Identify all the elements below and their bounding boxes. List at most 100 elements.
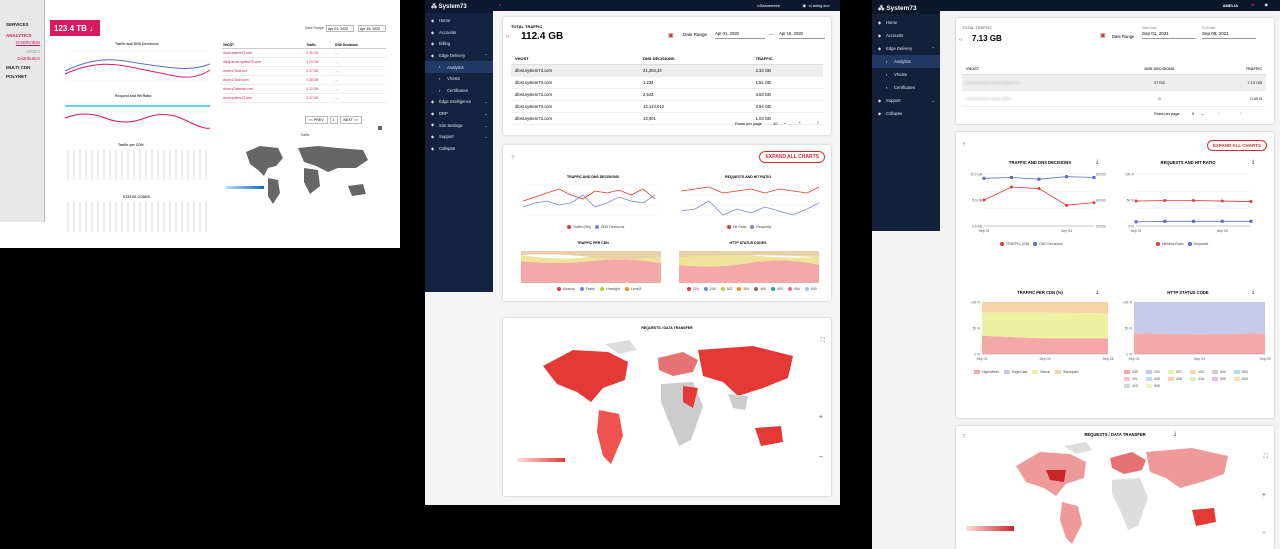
sidebar-item-vhosts[interactable]: ▪ Vhosts [872,68,940,81]
zoom-in-button[interactable]: + [819,414,823,421]
sidebar-item-edge-delivery[interactable]: ◆ Edge Delivery ⌃ [425,50,493,62]
expand-all-button[interactable]: EXPAND ALL CHARTS [1206,140,1267,151]
date-from-input[interactable]: Apr 01, 2020 [715,31,765,39]
date-to-input[interactable]: Apr 15, 2020 [358,25,386,32]
rows-per-page-select[interactable]: 5 [1192,112,1194,116]
calendar-icon[interactable]: ▣ [668,32,674,39]
sidebar-item-home[interactable]: ◆ Home [425,15,493,27]
dns-cell: 0 [1112,90,1207,107]
start-date-input[interactable]: Sep 01, 2021 [1142,31,1196,39]
trend-icon: ‹› [506,34,510,40]
user-icon[interactable]: ◉ [803,3,807,8]
page-button[interactable]: 1 [329,116,338,124]
user-icon[interactable]: ◉ [1265,2,1269,7]
logo[interactable]: ⁂ System73 [425,0,493,13]
sidebar-item-support[interactable]: ◆ Support ⌄ [872,94,940,107]
expand-all-button[interactable]: EXPAND ALL CHARTS [759,151,825,163]
cloud-icon: ◆ [878,46,882,51]
sidebar-item-drp[interactable]: ◆ DRP ⌄ [425,108,493,120]
prev-page-icon[interactable]: ‹ [799,120,801,126]
table-row[interactable]: dlost.system73.com 1,234 1.51 GB [511,76,823,89]
sidebar-item-collapse[interactable]: ◆ Collapse [872,107,940,120]
alert-icon[interactable]: ● [499,2,501,7]
table-row[interactable]: clone.system73.com 0.07 GB 〰 [222,93,386,103]
sidebar-item-support[interactable]: ◆ Support ⌄ [425,131,493,143]
sidebar-item-edge-delivery[interactable]: ◆ Edge Delivery ⌃ [872,42,940,55]
chevron-down-icon[interactable]: ⌄ [1201,111,1204,116]
rows-per-page-select[interactable]: 10 [773,121,777,126]
sidebar-item-certificates[interactable]: ▪ Certificates [872,81,940,94]
sidebar-item-certificates[interactable]: ▪ Certificates [425,85,493,97]
download-icon[interactable]: ⤓ [1096,159,1098,165]
total-traffic-value: 7.13 GB [972,34,1002,43]
table-row[interactable]: clone.s73stream.com 0.12 GB 〰 [222,84,386,94]
drag-handle-icon[interactable]: ⠿ [962,434,966,440]
logo-icon: ⁂ [431,4,437,10]
drag-handle-icon[interactable]: ⠿ [511,155,515,161]
chevron-down-icon: ⌄ [484,134,488,140]
next-page-icon[interactable]: › [817,120,819,126]
user-name[interactable]: nSeaneeeee [757,3,780,8]
fullscreen-icon[interactable]: ⛶ [821,338,825,345]
sidebar-item-services[interactable]: SERVICES [0,22,44,27]
sidebar-item-home[interactable]: ◆ Home [872,16,940,29]
chart-title: TRAFFIC PER CDN (%) [1017,290,1063,295]
prev-page-icon[interactable]: ‹ [1218,111,1220,117]
table-row[interactable]: dlost.system73.com 13,123,012 2.94 GB [511,100,823,113]
table-row[interactable]: vhost-blurred-name-system73 37752 7.13 GB [962,74,1266,91]
sidebar-item-vhosts[interactable]: ▪ Vhosts [425,73,493,85]
x-tick-label: Sep 01 [1128,357,1139,361]
sidebar-item-distribution[interactable]: Distribution [0,56,44,61]
dns-cell: 13,123,012 [639,100,752,113]
logo[interactable]: ⁂ System73 [872,0,940,14]
drag-handle-icon[interactable]: ⠿ [962,142,966,148]
table-row[interactable]: dlost.system73.com 21,204,34 2.33 GB [511,64,823,77]
sidebar-item-accounts[interactable]: ◆ Accounts [872,29,940,42]
status-area-chart [679,251,819,283]
download-icon[interactable]: ⤓ [1252,289,1254,295]
bell-icon[interactable]: ⍾ [1251,2,1254,7]
data-point [1192,199,1195,203]
sidebar-item-accounts[interactable]: ◆ Accounts [425,27,493,39]
end-date-input[interactable]: Sep 05, 2021 [1202,31,1256,39]
sidebar-item-collapse[interactable]: ◆ Collapse [425,143,493,155]
table-row[interactable]: vhost-blurred-name-other 0 0.00 B [962,90,1266,107]
next-button[interactable]: NEXT >> [339,116,362,124]
zoom-out-button[interactable]: − [819,454,823,461]
sidebar-item-analytics[interactable]: ▪ Analytics [872,55,940,68]
sidebar-item-video[interactable]: VIDEO [0,49,44,54]
calendar-icon[interactable]: ▣ [1100,32,1106,39]
table-row[interactable]: clone.s73sdk.net 0.97 GB 〰 [222,66,386,76]
sidebar-item-overview[interactable]: OVERVIEW [0,40,44,45]
sidebar-item-site-settings[interactable]: ◆ Site Settings ⌄ [425,119,493,131]
sidebar-item-multi-cdn[interactable]: MULTI CDN [0,65,44,70]
zoom-icon[interactable] [378,126,382,130]
end-date-label: End Date [1202,26,1216,30]
sidebar-item-analytics[interactable]: ANALYTICS [0,33,44,38]
zoom-out-button[interactable]: − [1262,530,1266,537]
date-from-input[interactable]: Apr 01, 2020 [326,25,354,32]
chart-legend: Traffic (GB) DNS Decisions [563,225,624,230]
table-row[interactable]: clone.system73.com 2.25 GB 〰 [222,48,386,58]
sidebar-item-analytics[interactable]: ▪ Analytics [425,61,493,73]
sidebar-item-edge-intelligence[interactable]: ◆ Edge Intelligence ⌄ [425,96,493,108]
download-icon[interactable]: ⤓ [1096,289,1098,295]
table-row[interactable]: dlsdjf.demo.system73.com 1.20 GB 〰 [222,57,386,67]
next-page-icon[interactable]: › [1240,111,1242,117]
org-select[interactable]: <Listing ao> [808,3,830,8]
zoom-in-button[interactable]: + [1262,492,1266,499]
sidebar: ⁂ System73 ◆ Home ◆ Accounts ◆ Edge Delivery ⌃… [872,0,940,231]
download-icon[interactable]: ⤓ [1174,431,1176,437]
prev-button[interactable]: << PREV [305,116,328,124]
y-tick-label: 100 % [971,301,980,305]
sidebar-item-polynet[interactable]: POLYNET [0,74,44,79]
fullscreen-icon[interactable]: ⛶ [1264,454,1268,461]
date-to-input[interactable]: Apr 15, 2020 [779,31,825,39]
table-row[interactable]: clone.s73cdn.com 0.38 GB 〰 [222,75,386,85]
user-name[interactable]: AMELIA [1223,3,1238,8]
chevron-down-icon[interactable]: ⌄ [783,120,786,125]
sidebar-item-billing[interactable]: ◆ Billing [425,38,493,50]
download-icon[interactable]: ⤓ [1252,159,1254,165]
table-row[interactable]: dlost.system73.com 2,543 4.63 GB [511,88,823,101]
vhost-cell: dlost.system73.com [511,64,640,77]
